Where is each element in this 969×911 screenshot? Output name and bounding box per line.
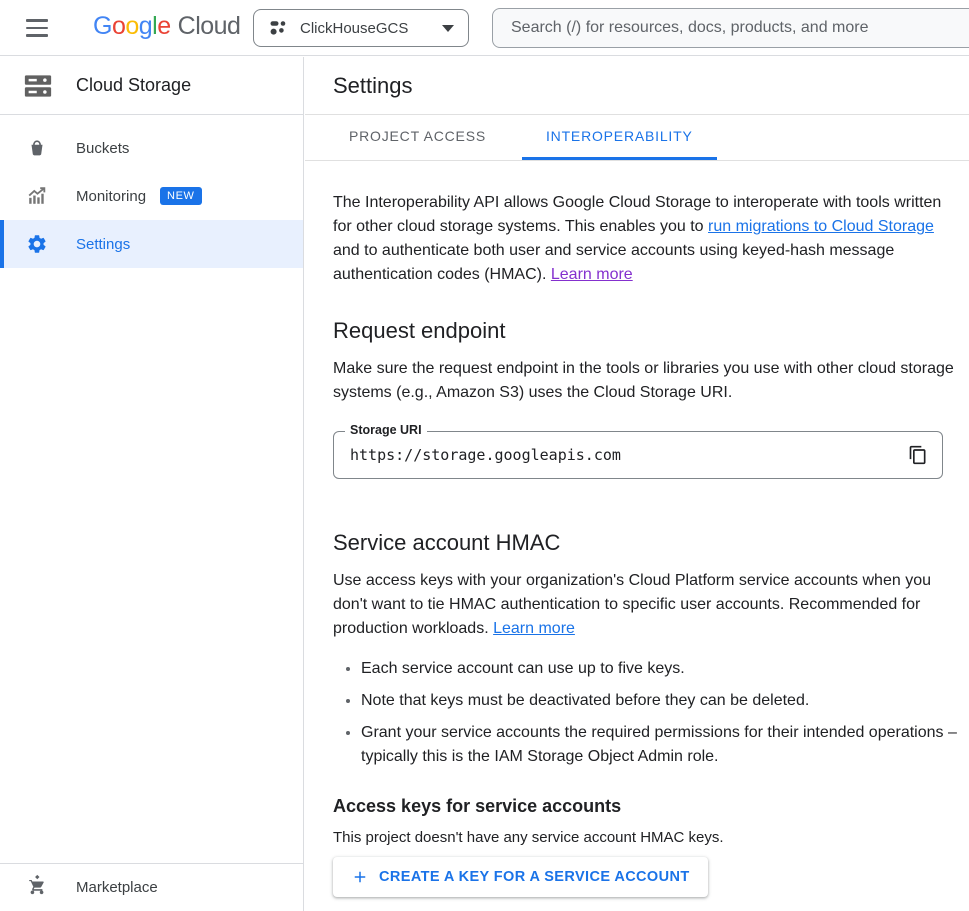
cloud-storage-icon: [20, 71, 56, 101]
intro-learn-more-link[interactable]: Learn more: [551, 266, 633, 283]
access-keys-status-text: This project doesn't have any service ac…: [333, 827, 941, 849]
plus-icon: [351, 868, 369, 886]
project-name: ClickHouseGCS: [300, 20, 408, 37]
hmac-text: Use access keys with your organization's…: [333, 572, 931, 637]
logo-cloud-text: Cloud: [178, 12, 241, 41]
menu-icon[interactable]: [26, 16, 50, 40]
google-cloud-logo: GoogleCloud: [93, 12, 240, 41]
sidebar-item-label: Marketplace: [76, 879, 158, 896]
sidebar-item-label: Buckets: [76, 140, 129, 157]
request-endpoint-heading: Request endpoint: [333, 317, 941, 345]
sidebar-nav: Buckets Monitoring NEW: [0, 115, 303, 268]
logo-letter: o: [112, 12, 125, 41]
list-item: Each service account can use up to five …: [361, 657, 969, 681]
gear-icon: [26, 233, 48, 255]
search-bar: [492, 8, 969, 48]
tab-interoperability[interactable]: INTEROPERABILITY: [522, 115, 717, 160]
list-item: Note that keys must be deactivated befor…: [361, 689, 969, 713]
request-endpoint-paragraph: Make sure the request endpoint in the to…: [333, 357, 955, 405]
search-input[interactable]: [493, 9, 969, 47]
storage-uri-label: Storage URI: [345, 423, 427, 437]
top-app-bar: GoogleCloud ClickHouseGCS: [0, 0, 969, 56]
sidebar-item-monitoring[interactable]: Monitoring NEW: [0, 172, 303, 220]
sidebar-item-label: Monitoring: [76, 188, 146, 205]
sidebar-item-buckets[interactable]: Buckets: [0, 124, 303, 172]
tab-content: The Interoperability API allows Google C…: [305, 161, 969, 897]
monitoring-chart-icon: [26, 185, 48, 207]
run-migrations-link[interactable]: run migrations to Cloud Storage: [708, 218, 934, 235]
page-title: Settings: [333, 73, 413, 99]
hmac-learn-more-link[interactable]: Learn more: [493, 620, 575, 637]
main-content: Settings PROJECT ACCESS INTEROPERABILITY…: [305, 57, 969, 911]
logo-letter: g: [139, 12, 152, 41]
logo-letter: e: [157, 12, 170, 41]
sidebar-item-label: Settings: [76, 236, 130, 253]
sidebar-header: Cloud Storage: [0, 57, 303, 115]
create-key-button-label: CREATE A KEY FOR A SERVICE ACCOUNT: [379, 869, 690, 885]
hmac-bullet-list: Each service account can use up to five …: [333, 657, 969, 769]
main-header: Settings: [305, 57, 969, 115]
copy-icon: [908, 445, 928, 465]
logo-letter: G: [93, 12, 112, 41]
project-dots-icon: [268, 18, 288, 38]
tab-bar: PROJECT ACCESS INTEROPERABILITY: [305, 115, 969, 161]
sidebar-item-settings[interactable]: Settings: [0, 220, 303, 268]
hmac-paragraph: Use access keys with your organization's…: [333, 569, 955, 641]
sidebar: Cloud Storage Buckets: [0, 57, 304, 911]
storage-uri-field: Storage URI https://storage.googleapis.c…: [333, 431, 943, 479]
sidebar-item-marketplace[interactable]: Marketplace: [0, 863, 303, 911]
copy-button[interactable]: [894, 432, 942, 478]
logo-letter: o: [125, 12, 138, 41]
intro-paragraph: The Interoperability API allows Google C…: [333, 191, 955, 287]
access-keys-heading: Access keys for service accounts: [333, 795, 941, 817]
bucket-icon: [26, 137, 48, 159]
tab-project-access[interactable]: PROJECT ACCESS: [325, 115, 510, 160]
storage-uri-value[interactable]: https://storage.googleapis.com: [334, 446, 894, 464]
list-item: Grant your service accounts the required…: [361, 721, 969, 769]
sidebar-title: Cloud Storage: [76, 75, 191, 96]
marketplace-cart-icon: [26, 874, 48, 901]
chevron-down-icon: [442, 25, 454, 32]
new-badge: NEW: [160, 187, 201, 205]
service-account-hmac-heading: Service account HMAC: [333, 529, 941, 557]
create-key-button[interactable]: CREATE A KEY FOR A SERVICE ACCOUNT: [333, 857, 708, 897]
project-selector[interactable]: ClickHouseGCS: [253, 9, 469, 47]
